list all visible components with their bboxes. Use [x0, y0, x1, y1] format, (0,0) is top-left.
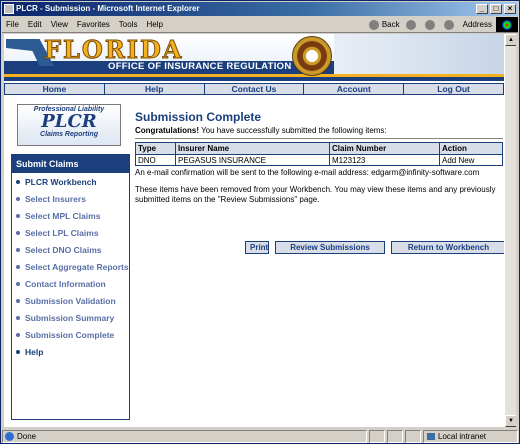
congrats-message: Congratulations! You have successfully s… [135, 126, 503, 135]
nav-account[interactable]: Account [304, 84, 404, 94]
intranet-icon [427, 432, 435, 440]
status-bar: Done Local intranet [2, 429, 518, 443]
cell-claim-number: M123123 [329, 154, 440, 166]
close-button[interactable]: × [504, 4, 516, 14]
nav-log-out[interactable]: Log Out [404, 84, 503, 94]
bullet-icon [16, 180, 20, 184]
print-button[interactable]: Print [245, 241, 269, 254]
logo-line3: Claims Reporting [40, 131, 98, 138]
congrats-bold: Congratulations! [135, 126, 199, 135]
sidebar-item-select-insurers[interactable]: Select Insurers [16, 194, 129, 204]
ie-icon [4, 4, 14, 14]
menu-edit[interactable]: Edit [28, 20, 42, 29]
menu-bar: File Edit View Favorites Tools Help Back… [2, 17, 518, 33]
menu-help[interactable]: Help [146, 20, 162, 29]
banner-office: OFFICE OF INSURANCE REGULATION [108, 61, 294, 73]
stop-button[interactable] [424, 19, 438, 30]
main-panel: Submission Complete Congratulations! You… [135, 110, 506, 254]
cell-type: DNO [135, 154, 176, 166]
stop-icon [424, 19, 435, 30]
column-header-type: Type [135, 142, 176, 155]
bullet-icon [16, 282, 20, 286]
plcr-logo: Professional Liability PLCR Claims Repor… [17, 104, 121, 146]
congrats-text: You have successfully submitted the foll… [199, 126, 387, 135]
security-zone: Local intranet [423, 429, 518, 443]
forward-arrow-icon [405, 19, 416, 30]
sidebar-item-plcr-workbench[interactable]: PLCR Workbench [16, 177, 129, 187]
sidebar-item-submission-complete[interactable]: Submission Complete [16, 330, 129, 340]
menu-tools[interactable]: Tools [119, 20, 138, 29]
column-header-action: Action [439, 142, 503, 155]
cell-insurer-name: PEGASUS INSURANCE [175, 154, 330, 166]
cell-action: Add New [439, 154, 503, 166]
removed-note: These items have been removed from your … [135, 185, 496, 204]
sidebar-item-select-aggregate-reports[interactable]: Select Aggregate Reports [16, 262, 129, 272]
maximize-button[interactable]: □ [490, 4, 502, 14]
sidebar-item-select-mpl-claims[interactable]: Select MPL Claims [16, 211, 129, 221]
scroll-up-icon[interactable]: ▲ [505, 34, 516, 46]
windows-logo-throbber [496, 17, 518, 32]
window-controls: _ □ × [476, 4, 516, 14]
table-header-row: Type Insurer Name Claim Number Action [135, 142, 503, 155]
vertical-scrollbar[interactable]: ▲ ▼ [504, 34, 516, 427]
title-bar: PLCR - Submission - Microsoft Internet E… [2, 2, 518, 16]
address-label[interactable]: Address [463, 20, 492, 29]
bullet-icon [16, 197, 20, 201]
zone-label: Local intranet [438, 431, 487, 441]
back-arrow-icon [368, 19, 379, 30]
sidebar-item-submission-validation[interactable]: Submission Validation [16, 296, 129, 306]
nav-home[interactable]: Home [5, 84, 104, 94]
header-banner: FLORIDA OFFICE OF INSURANCE REGULATION [4, 34, 504, 81]
windows-logo-icon [502, 19, 512, 30]
window-title: PLCR - Submission - Microsoft Internet E… [16, 4, 200, 13]
column-header-claim-number: Claim Number [329, 142, 440, 155]
sidebar-item-select-dno-claims[interactable]: Select DNO Claims [16, 245, 129, 255]
email-note: An e-mail confirmation will be sent to t… [135, 168, 480, 177]
nav-help[interactable]: Help [104, 84, 204, 94]
bullet-icon [16, 231, 20, 235]
nav-bar: Home Help Contact Us Account Log Out [4, 83, 504, 95]
sidebar: Submit Claims PLCR Workbench Select Insu… [11, 154, 130, 420]
action-buttons: Print Review Submissions Return to Workb… [245, 241, 506, 254]
bullet-icon [16, 265, 20, 269]
browser-window: PLCR - Submission - Microsoft Internet E… [0, 0, 520, 444]
submitted-items-table: Type Insurer Name Claim Number Action DN… [135, 142, 503, 166]
return-to-workbench-button[interactable]: Return to Workbench [391, 241, 506, 254]
page-title: Submission Complete [135, 110, 262, 124]
menu-file[interactable]: File [6, 20, 19, 29]
bullet-icon [16, 248, 20, 252]
back-label: Back [381, 20, 400, 29]
status-text: Done [17, 431, 37, 441]
column-header-insurer-name: Insurer Name [175, 142, 330, 155]
bullet-icon [16, 333, 20, 337]
sidebar-item-submission-summary[interactable]: Submission Summary [16, 313, 129, 323]
menu-favorites[interactable]: Favorites [77, 20, 110, 29]
sidebar-item-help[interactable]: Help [16, 347, 129, 357]
back-button[interactable]: Back [368, 19, 400, 30]
forward-button[interactable] [405, 19, 419, 30]
nav-contact-us[interactable]: Contact Us [204, 84, 304, 94]
sidebar-list: PLCR Workbench Select Insurers Select MP… [12, 173, 129, 357]
divider [135, 138, 503, 139]
bullet-icon [16, 316, 20, 320]
table-row: DNO PEGASUS INSURANCE M123123 Add New [135, 154, 503, 166]
page-done-icon [5, 431, 14, 441]
banner-state: FLORIDA [43, 35, 184, 65]
sidebar-item-select-lpl-claims[interactable]: Select LPL Claims [16, 228, 129, 238]
menu-view[interactable]: View [51, 20, 68, 29]
bullet-icon [16, 214, 20, 218]
logo-line2: PLCR [41, 111, 97, 132]
status-text-panel: Done [2, 429, 367, 443]
sidebar-item-contact-information[interactable]: Contact Information [16, 279, 129, 289]
bullet-icon [16, 350, 20, 354]
minimize-button[interactable]: _ [476, 4, 488, 14]
review-submissions-button[interactable]: Review Submissions [275, 241, 385, 254]
state-seal-icon [292, 36, 332, 76]
page-content: FLORIDA OFFICE OF INSURANCE REGULATION H… [4, 34, 516, 427]
bullet-icon [16, 299, 20, 303]
sidebar-header: Submit Claims [12, 155, 129, 173]
scroll-down-icon[interactable]: ▼ [505, 415, 516, 427]
refresh-icon [443, 19, 454, 30]
refresh-button[interactable] [443, 19, 457, 30]
